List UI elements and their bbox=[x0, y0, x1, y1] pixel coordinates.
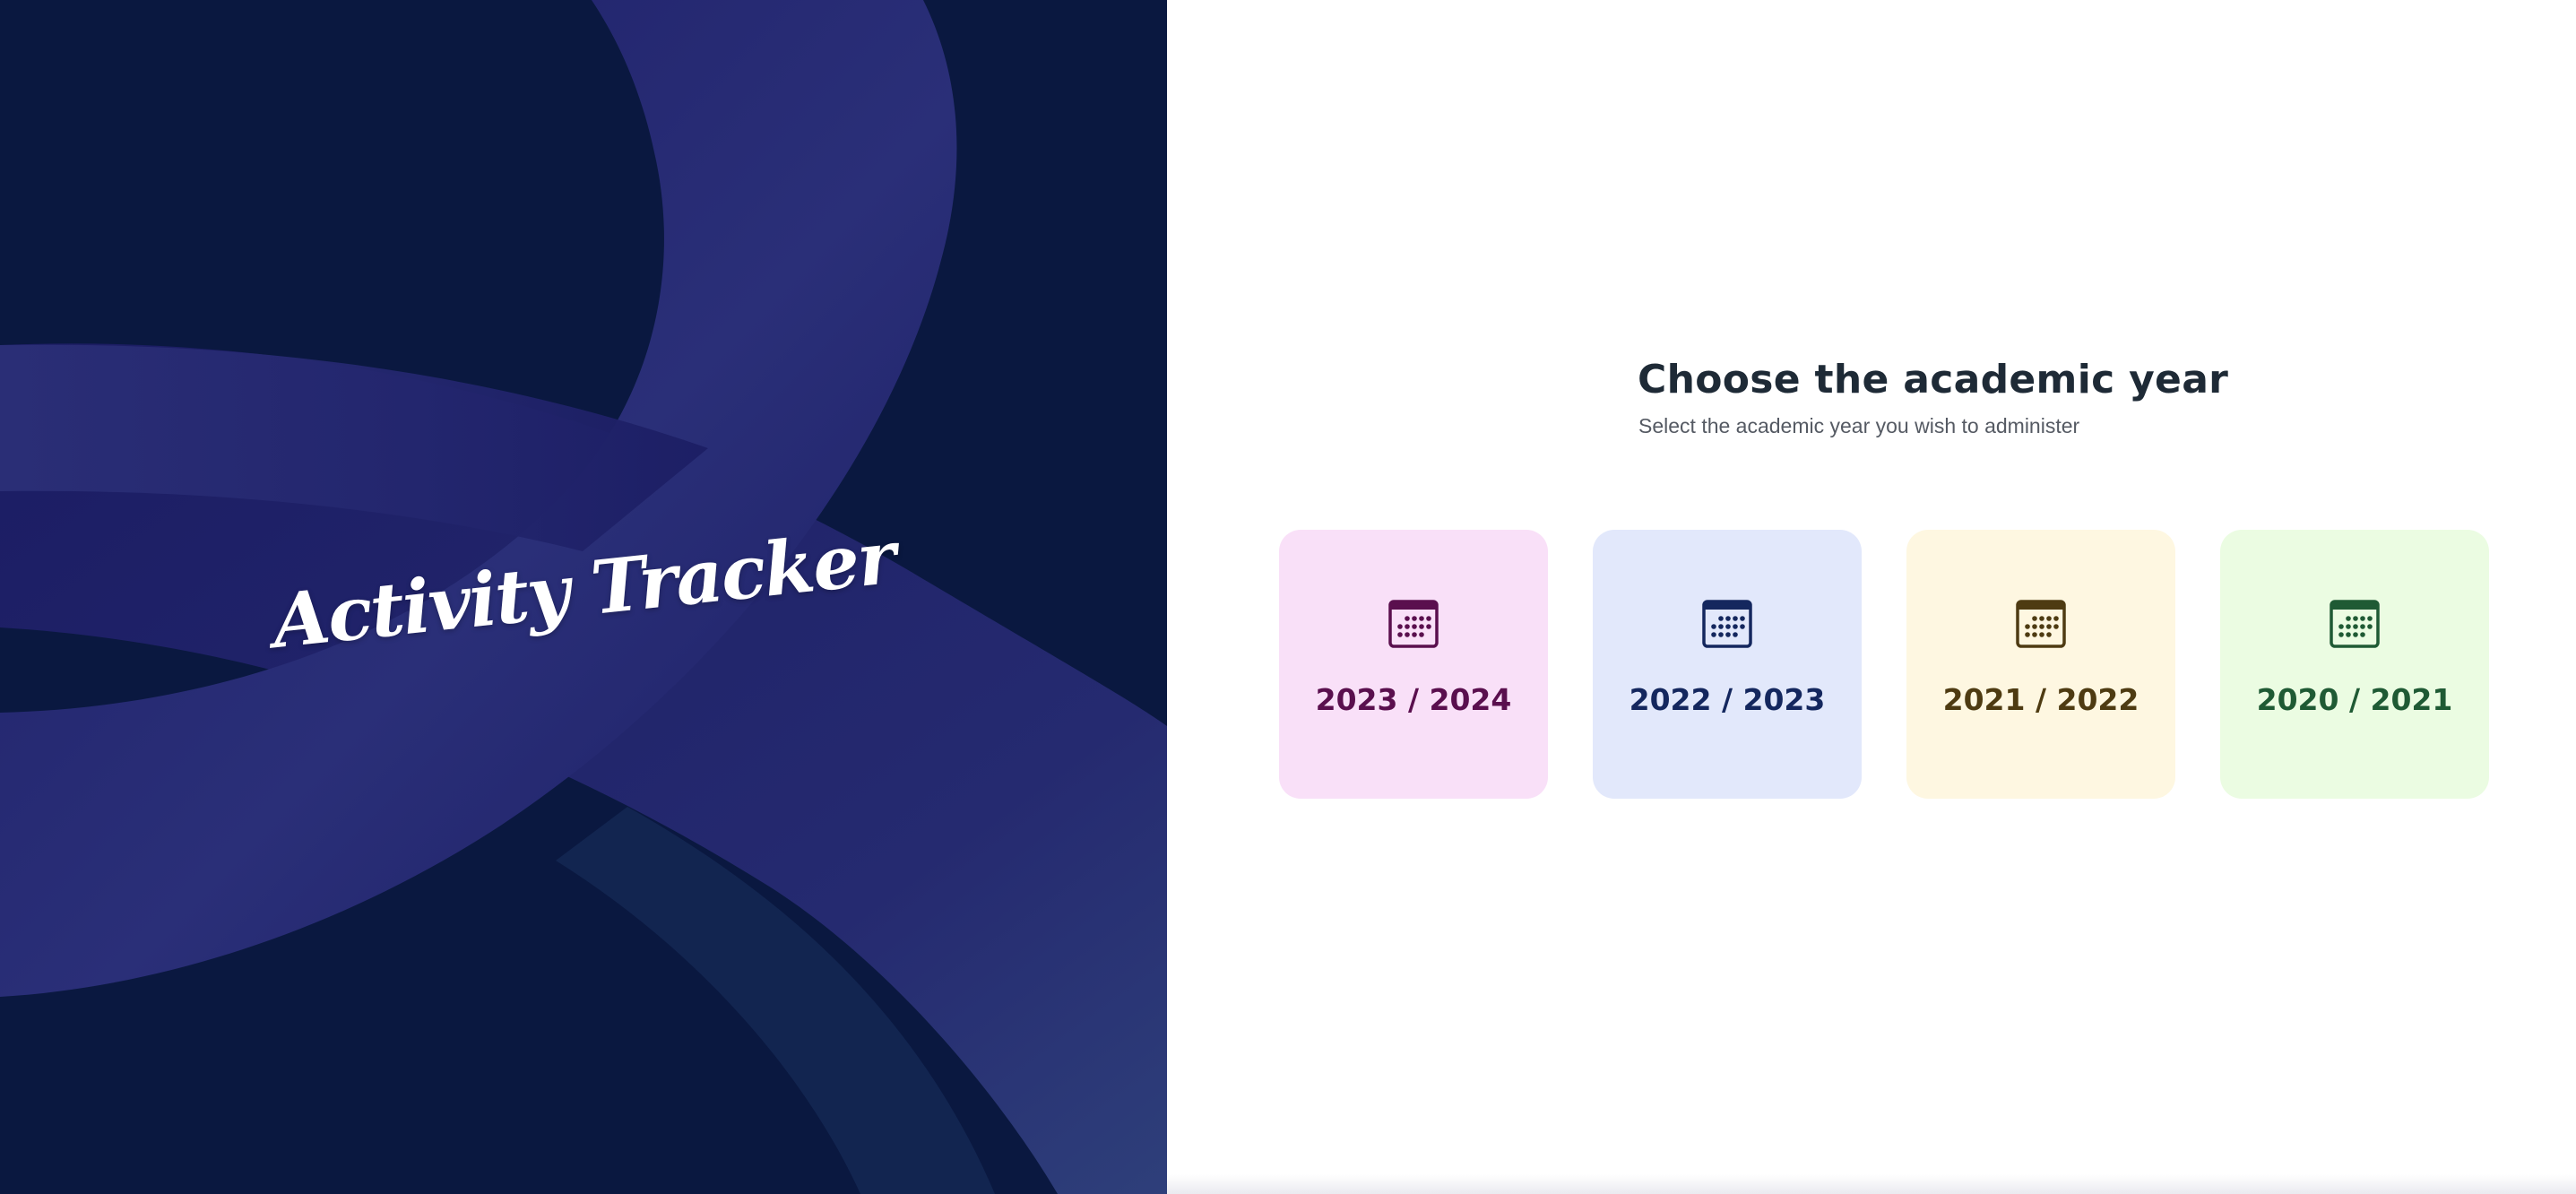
page-title: Choose the academic year bbox=[1638, 357, 2229, 402]
hero-panel: Activity Tracker bbox=[0, 0, 1167, 1194]
calendar-icon bbox=[1702, 600, 1752, 648]
year-card-2022-2023[interactable]: 2022 / 2023 bbox=[1593, 530, 1862, 799]
year-selection-panel: Choose the academic year Select the acad… bbox=[1167, 0, 2576, 1194]
year-card-label: 2021 / 2022 bbox=[1942, 682, 2139, 717]
calendar-icon bbox=[2016, 600, 2066, 648]
year-card-2021-2022[interactable]: 2021 / 2022 bbox=[1906, 530, 2175, 799]
page: Activity Tracker Choose the academic yea… bbox=[0, 0, 2576, 1194]
year-card-label: 2020 / 2021 bbox=[2256, 682, 2453, 717]
year-card-label: 2023 / 2024 bbox=[1315, 682, 1512, 717]
calendar-icon bbox=[1388, 600, 1439, 648]
calendar-icon bbox=[2330, 600, 2380, 648]
year-card-label: 2022 / 2023 bbox=[1629, 682, 1826, 717]
year-card-2023-2024[interactable]: 2023 / 2024 bbox=[1279, 530, 1548, 799]
year-card-list: 2023 / 2024 2022 / 2023 2021 / 2022 2020… bbox=[1279, 530, 2489, 799]
year-card-2020-2021[interactable]: 2020 / 2021 bbox=[2220, 530, 2489, 799]
page-subtitle: Select the academic year you wish to adm… bbox=[1638, 414, 2080, 437]
